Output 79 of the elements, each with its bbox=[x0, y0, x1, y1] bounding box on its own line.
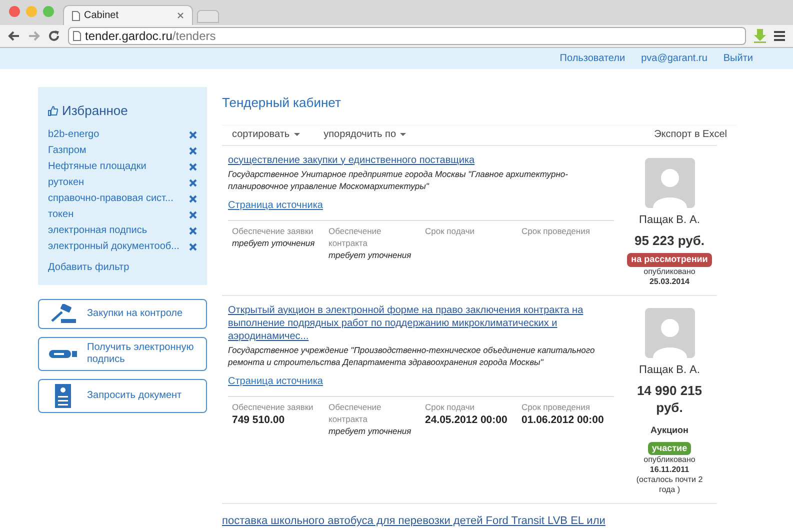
field-value: требует уточнения bbox=[328, 248, 412, 262]
page-title: Тендерный кабинет bbox=[222, 94, 342, 112]
field-value: 24.05.2012 00:00 bbox=[425, 412, 508, 428]
price-text: 14 990 215 руб. bbox=[636, 382, 704, 416]
remaining-text: (осталось почти 2 года ) bbox=[635, 475, 704, 495]
usb-token-icon bbox=[49, 348, 77, 360]
tender-title-link[interactable]: Открытый аукцион в электронной форме на право заключения контракта на выполнение подрядных работ по поддержанию микроклиматических и аэродинамичес... bbox=[228, 304, 614, 342]
published-label: опубликовано bbox=[644, 455, 696, 465]
field-label: Срок проведения bbox=[522, 224, 591, 236]
address-bar[interactable]: tender.gardoc.ru/tenders bbox=[68, 27, 746, 45]
remove-icon[interactable] bbox=[189, 242, 197, 250]
favorite-link[interactable]: справочно-правовая сист... bbox=[48, 191, 174, 206]
page-icon bbox=[72, 10, 80, 20]
avatar-placeholder bbox=[644, 308, 694, 358]
field-value: требует уточнения bbox=[328, 424, 412, 438]
price-text: 95 223 руб. bbox=[634, 232, 704, 249]
field-label: Обеспечение заявки bbox=[232, 224, 314, 236]
field-value: 749 510.00 bbox=[232, 412, 286, 428]
caret-icon bbox=[400, 132, 406, 136]
remove-icon[interactable] bbox=[189, 194, 197, 202]
close-tab-icon[interactable] bbox=[177, 12, 184, 19]
add-filter-link[interactable]: Добавить фильтр bbox=[48, 260, 197, 274]
tender-title-link[interactable]: осуществление закупки у единственного поставщика bbox=[228, 154, 614, 166]
browser-tab[interactable]: Cabinet bbox=[63, 5, 193, 25]
customer-text: Государственное Унитарное предприятие города Москвы "Главное архитектурно-планировочное управление Москомархитектуры" bbox=[228, 168, 569, 192]
published-label: опубликовано bbox=[644, 266, 696, 276]
field-label: Срок подачи bbox=[425, 224, 476, 236]
favorite-link[interactable]: b2b-energo bbox=[48, 127, 100, 142]
action-button[interactable]: Получить электронную подпись bbox=[38, 336, 207, 370]
tender-title-link[interactable]: поставка школьного автобуса для перевозки детей Ford Transit LVB EL или bbox=[222, 515, 606, 527]
nav-link[interactable]: pva@garant.ru bbox=[641, 51, 708, 66]
field-value: требует уточнения bbox=[232, 236, 316, 250]
favorite-link[interactable]: электронный документооб... bbox=[48, 239, 180, 254]
document-icon bbox=[55, 384, 71, 408]
action-button[interactable]: Закупки на контроле bbox=[38, 298, 207, 328]
favorite-link[interactable]: электронная подпись bbox=[48, 223, 148, 238]
remove-icon[interactable] bbox=[189, 130, 197, 138]
action-button[interactable]: Запросить документ bbox=[38, 378, 207, 412]
tab-title: Cabinet bbox=[84, 9, 120, 23]
field-label: Обеспечение контракта bbox=[328, 224, 382, 248]
nav-link[interactable]: Выйти bbox=[723, 51, 753, 66]
remove-icon[interactable] bbox=[189, 226, 197, 234]
thumbs-up-icon bbox=[48, 106, 58, 116]
field-value: 01.06.2012 00:00 bbox=[522, 412, 605, 428]
source-link[interactable]: Страница источника bbox=[228, 200, 323, 210]
remove-icon[interactable] bbox=[189, 162, 197, 170]
person-name: Пащак В. А. bbox=[639, 362, 700, 378]
favorite-link[interactable]: токен bbox=[48, 207, 74, 222]
menu-icon[interactable] bbox=[774, 31, 785, 41]
caret-icon bbox=[294, 132, 300, 136]
reload-icon[interactable] bbox=[48, 30, 60, 42]
field-label: Обеспечение контракта bbox=[328, 400, 382, 424]
published-date: 16.11.2011 bbox=[650, 465, 690, 475]
nav-link[interactable]: Пользователи bbox=[560, 51, 626, 66]
person-name: Пащак В. А. bbox=[639, 212, 700, 228]
favorite-link[interactable]: Нефтяные площадки bbox=[48, 159, 146, 174]
remove-icon[interactable] bbox=[189, 210, 197, 218]
tender-type: Аукцион bbox=[650, 424, 688, 437]
published-date: 25.03.2014 bbox=[649, 276, 690, 286]
favorite-link[interactable]: Газпром bbox=[48, 143, 86, 158]
avatar-placeholder bbox=[644, 158, 694, 208]
remove-icon[interactable] bbox=[189, 178, 197, 186]
gavel-icon bbox=[49, 304, 77, 324]
favorite-link[interactable]: рутокен bbox=[48, 175, 84, 190]
back-icon[interactable] bbox=[8, 31, 20, 41]
status-badge: участие bbox=[648, 442, 692, 455]
customer-text: Государственное учреждение "Производственно-техническое объединение капитального ремонта и строительства Департамента здравоохранения города Москвы" bbox=[228, 344, 596, 368]
order-dropdown[interactable]: упорядочить по bbox=[324, 126, 406, 142]
field-label: Обеспечение заявки bbox=[232, 400, 314, 412]
remove-icon[interactable] bbox=[189, 146, 197, 154]
field-label: Срок подачи bbox=[425, 400, 476, 412]
status-badge: на рассмотрении bbox=[627, 253, 712, 266]
page-icon bbox=[73, 31, 81, 41]
url-text: tender.gardoc.ru/tenders bbox=[85, 28, 216, 45]
source-link[interactable]: Страница источника bbox=[228, 376, 323, 386]
field-label: Срок проведения bbox=[522, 400, 591, 412]
favorites-title: Избранное bbox=[62, 102, 128, 120]
export-link[interactable]: Экспорт в Excel bbox=[654, 126, 727, 142]
sort-dropdown[interactable]: сортировать bbox=[232, 126, 300, 142]
